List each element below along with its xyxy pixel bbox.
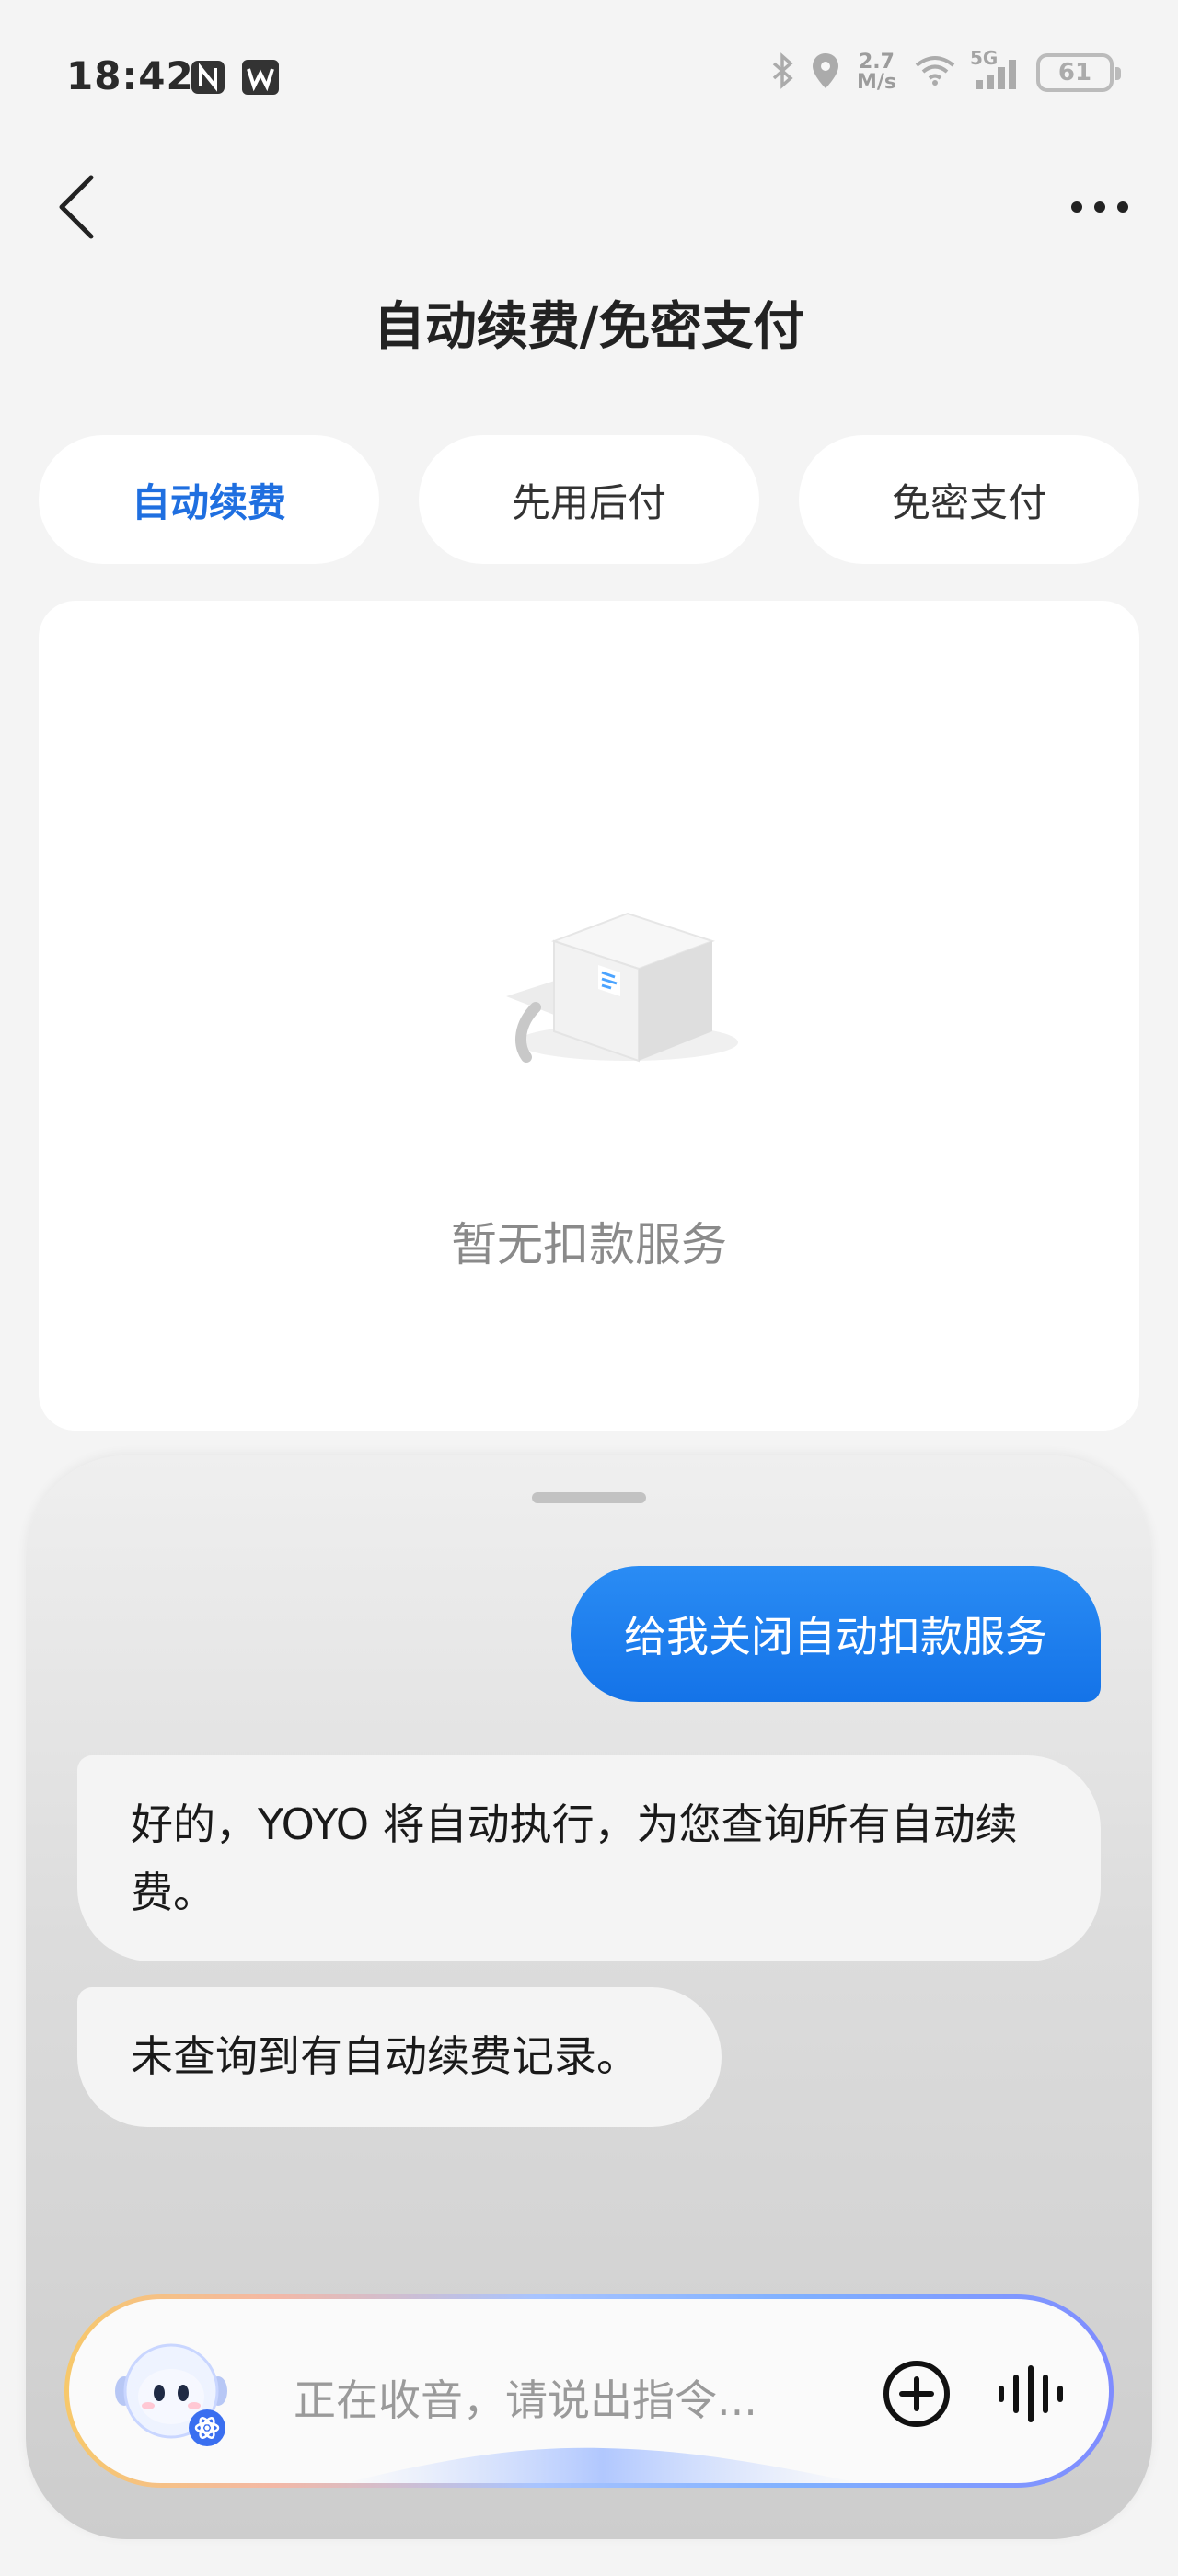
voice-input-placeholder[interactable]: 正在收音，请说出指令... (294, 2367, 757, 2428)
tab-pay-later[interactable]: 先用后付 (419, 435, 759, 564)
wifi-icon (913, 54, 957, 91)
assistant-message-bubble: 未查询到有自动续费记录。 (77, 1987, 722, 2127)
yoyo-avatar-icon[interactable] (111, 2338, 231, 2448)
net-speed-unit: M/s (856, 71, 896, 94)
back-icon (59, 175, 94, 239)
content-card: 暂无扣款服务 (39, 601, 1139, 1431)
net-speed-value: 2.7 (858, 51, 895, 74)
status-right-group: 2.7 M/s 5G 61 (770, 47, 1121, 94)
tab-auto-renewal[interactable]: 自动续费 (39, 435, 379, 564)
more-button[interactable] (1058, 175, 1141, 239)
bluetooth-icon (770, 52, 794, 93)
drag-handle[interactable] (532, 1492, 646, 1503)
voice-wave-icon (999, 2365, 1063, 2422)
network-label: 5G (970, 47, 999, 69)
add-icon (884, 2361, 950, 2427)
wave-decoration (345, 2447, 860, 2483)
assistant-message-bubble: 好的，YOYO 将自动执行，为您查询所有自动续费。 (77, 1755, 1101, 1961)
location-icon (811, 52, 840, 94)
wps-icon (241, 59, 280, 99)
signal-icon: 5G (970, 47, 1020, 91)
add-button[interactable] (879, 2356, 954, 2432)
voice-button[interactable] (989, 2354, 1072, 2433)
battery-level: 61 (1057, 59, 1092, 86)
assistant-panel: 给我关闭自动扣款服务 好的，YOYO 将自动执行，为您查询所有自动续费。 未查询… (26, 1455, 1152, 2539)
more-icon (1071, 201, 1128, 213)
page-title: 自动续费/免密支付 (373, 297, 805, 357)
net-speed: 2.7 M/s (857, 52, 896, 93)
back-button[interactable] (44, 166, 109, 248)
empty-box-icon (499, 877, 775, 1101)
battery-icon: 61 (1036, 53, 1121, 92)
tab-password-free-payment[interactable]: 免密支付 (799, 435, 1139, 564)
voice-input-bar[interactable]: 正在收音，请说出指令... (64, 2294, 1114, 2488)
nfc-icon (190, 59, 226, 99)
empty-state-text: 暂无扣款服务 (451, 1218, 727, 1271)
voice-input-inner: 正在收音，请说出指令... (69, 2299, 1109, 2483)
status-bar: 18:42 2.7 M/s 5G 61 (0, 0, 1178, 156)
user-message-bubble: 给我关闭自动扣款服务 (571, 1566, 1101, 1702)
status-time: 18:42 (66, 53, 194, 98)
tab-bar: 自动续费 先用后付 免密支付 (39, 435, 1139, 564)
